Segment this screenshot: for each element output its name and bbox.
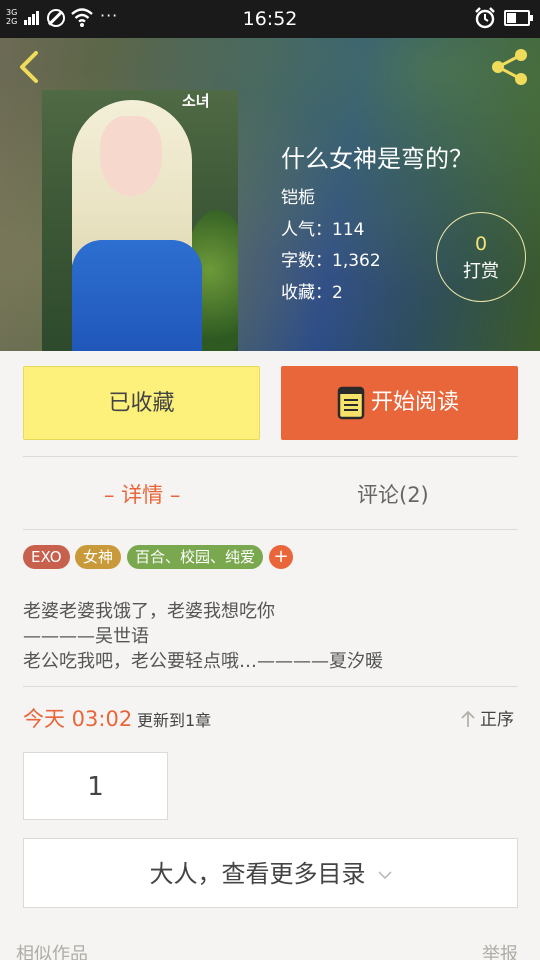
description-line: 老婆老婆我饿了，老婆我想吃你 bbox=[23, 601, 275, 622]
divider bbox=[23, 529, 518, 530]
divider bbox=[23, 456, 518, 457]
divider bbox=[23, 686, 518, 687]
description-line: 老公吃我吧，老公要轻点哦…————夏汐暖 bbox=[23, 651, 383, 672]
alarm-icon bbox=[475, 7, 495, 29]
favorites-count: 收藏：2 bbox=[281, 283, 343, 303]
chevron-down-icon bbox=[377, 871, 392, 880]
book-icon bbox=[337, 386, 365, 420]
description-line: ————吴世语 bbox=[23, 626, 149, 647]
start-reading-button[interactable]: 开始阅读 bbox=[281, 366, 518, 440]
add-tag-button[interactable]: + bbox=[269, 545, 293, 569]
status-bar: 3G 2G ··· 16:52 bbox=[0, 0, 540, 38]
view-more-catalog-button[interactable]: 大人，查看更多目录 bbox=[23, 838, 518, 908]
arrow-up-icon bbox=[461, 710, 475, 727]
book-cover[interactable]: 소녀 bbox=[42, 90, 238, 351]
word-count: 字数：1,362 bbox=[281, 251, 381, 271]
tag[interactable]: 百合、校园、纯爱 bbox=[127, 545, 264, 569]
share-button[interactable] bbox=[490, 47, 530, 87]
book-author[interactable]: 铠栀 bbox=[281, 183, 315, 208]
update-time: 今天 03:02 bbox=[23, 707, 133, 731]
report-button[interactable]: 举报 bbox=[482, 940, 518, 960]
tab-comments[interactable]: 评论(2) bbox=[357, 478, 429, 512]
similar-works-heading: 相似作品 bbox=[16, 944, 88, 960]
sort-label: 正序 bbox=[480, 710, 514, 730]
tag[interactable]: EXO bbox=[23, 545, 70, 569]
clock: 16:52 bbox=[242, 8, 298, 30]
cover-title: 소녀 bbox=[182, 92, 210, 110]
view-more-catalog-label: 大人，查看更多目录 bbox=[149, 860, 366, 888]
book-title: 什么女神是弯的？ bbox=[281, 145, 473, 173]
reward-count: 0 bbox=[474, 233, 488, 255]
update-info: 更新到1章 bbox=[137, 711, 212, 730]
popularity: 人气：114 bbox=[281, 220, 365, 240]
collected-button[interactable]: 已收藏 bbox=[23, 366, 260, 440]
reward-button[interactable]: 0 打赏 bbox=[436, 212, 526, 302]
reward-label: 打赏 bbox=[463, 261, 499, 282]
start-reading-label: 开始阅读 bbox=[371, 390, 460, 415]
tab-detail[interactable]: – 详情 – bbox=[104, 478, 180, 512]
book-header: 소녀 什么女神是弯的？ 铠栀 人气：114 字数：1,362 收藏：2 0 打赏 bbox=[0, 38, 540, 351]
battery-icon bbox=[504, 10, 533, 26]
tag[interactable]: 女神 bbox=[75, 545, 122, 569]
sort-toggle[interactable]: 正序 bbox=[460, 705, 514, 730]
back-button[interactable] bbox=[14, 50, 44, 84]
chapter-item[interactable]: 1 bbox=[23, 752, 168, 820]
